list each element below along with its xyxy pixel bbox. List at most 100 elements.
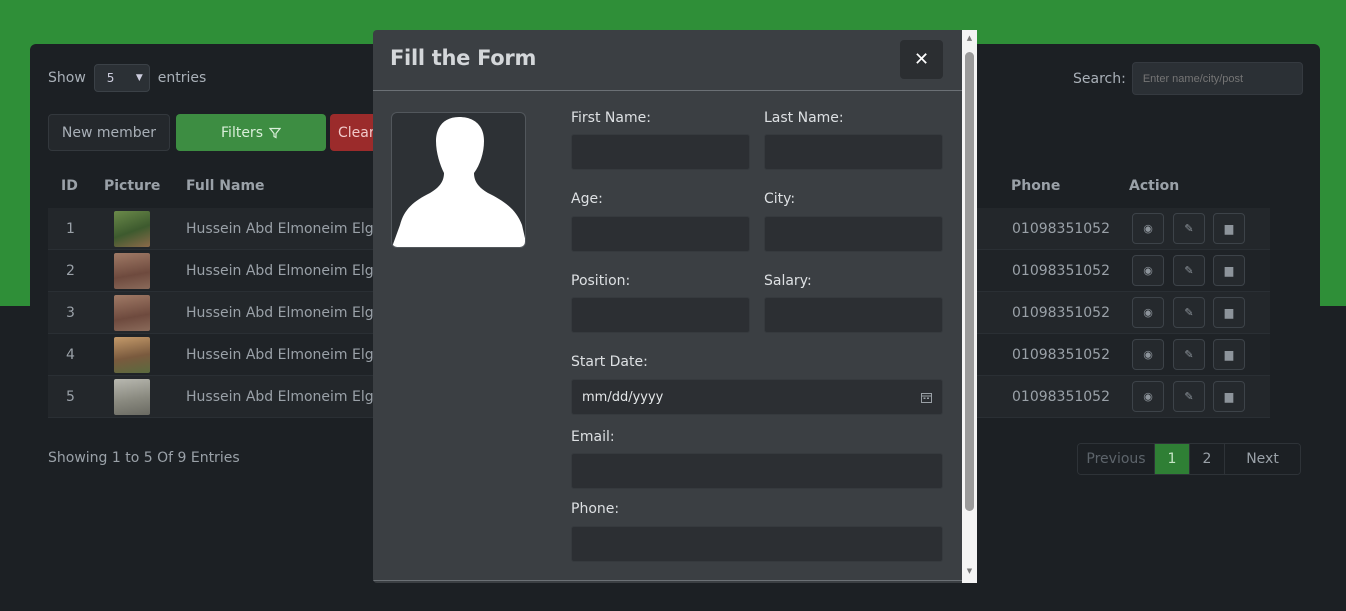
edit-icon: ✎	[1184, 264, 1194, 277]
edit-button[interactable]: ✎	[1173, 339, 1205, 370]
delete-button[interactable]: ▆	[1213, 213, 1245, 244]
row-phone: 01098351052	[1012, 305, 1110, 321]
close-icon: ✕	[913, 49, 930, 70]
delete-button[interactable]: ▆	[1213, 339, 1245, 370]
email-field[interactable]	[571, 453, 943, 489]
page-button-2[interactable]: 2	[1190, 444, 1225, 474]
entries-summary: Showing 1 to 5 Of 9 Entries	[48, 450, 240, 466]
chevron-down-icon: ▼	[135, 73, 143, 83]
entries-select[interactable]: 5 ▼	[93, 64, 150, 92]
edit-button[interactable]: ✎	[1173, 381, 1205, 412]
trash-icon: ▆	[1224, 222, 1234, 235]
entries-control: Show 5 ▼ entries	[48, 64, 206, 92]
filters-label: Filters	[221, 124, 263, 141]
previous-page-button[interactable]: Previous	[1078, 444, 1155, 474]
start-date-label: Start Date:	[571, 354, 648, 370]
new-member-button[interactable]: New member	[48, 114, 170, 151]
view-button[interactable]: ◉	[1132, 381, 1164, 412]
eye-icon: ◉	[1143, 348, 1153, 361]
email-label: Email:	[571, 429, 615, 445]
modal-divider	[373, 580, 962, 581]
calendar-icon[interactable]	[921, 392, 932, 403]
view-button[interactable]: ◉	[1132, 255, 1164, 286]
member-photo	[114, 253, 150, 289]
row-full-name: Hussein Abd Elmoneim Elgee	[186, 389, 391, 405]
edit-button[interactable]: ✎	[1173, 213, 1205, 244]
view-button[interactable]: ◉	[1132, 213, 1164, 244]
next-page-button[interactable]: Next	[1225, 444, 1300, 474]
delete-button[interactable]: ▆	[1213, 297, 1245, 328]
page-button-1[interactable]: 1	[1155, 444, 1190, 474]
row-full-name: Hussein Abd Elmoneim Elgee	[186, 263, 391, 279]
filters-button[interactable]: Filters	[176, 114, 326, 151]
row-id: 2	[66, 263, 75, 279]
row-phone: 01098351052	[1012, 221, 1110, 237]
row-phone: 01098351052	[1012, 263, 1110, 279]
member-photo	[114, 211, 150, 247]
column-header-full-name[interactable]: Full Name	[186, 178, 265, 194]
row-id: 3	[66, 305, 75, 321]
column-header-picture[interactable]: Picture	[104, 178, 160, 194]
start-date-field[interactable]: mm/dd/yyyy	[571, 379, 943, 415]
row-id: 5	[66, 389, 75, 405]
edit-icon: ✎	[1184, 222, 1194, 235]
age-label: Age:	[571, 191, 603, 207]
filter-icon	[268, 127, 281, 138]
modal-title: Fill the Form	[390, 46, 537, 70]
row-full-name: Hussein Abd Elmoneim Elgee	[186, 347, 391, 363]
row-phone: 01098351052	[1012, 347, 1110, 363]
member-photo	[114, 295, 150, 331]
eye-icon: ◉	[1143, 306, 1153, 319]
salary-field[interactable]	[764, 297, 943, 333]
search-label: Search:	[1073, 70, 1126, 87]
search-input[interactable]	[1131, 62, 1303, 95]
edit-icon: ✎	[1184, 348, 1194, 361]
start-date-placeholder: mm/dd/yyyy	[582, 389, 664, 405]
eye-icon: ◉	[1143, 264, 1153, 277]
show-label: Show	[48, 70, 86, 86]
view-button[interactable]: ◉	[1132, 297, 1164, 328]
member-photo	[114, 379, 150, 415]
row-id: 1	[66, 221, 75, 237]
entries-label: entries	[157, 70, 207, 86]
view-button[interactable]: ◉	[1132, 339, 1164, 370]
eye-icon: ◉	[1143, 390, 1153, 403]
search-control: Search:	[1073, 62, 1303, 95]
column-header-phone[interactable]: Phone	[1011, 178, 1060, 194]
first-name-label: First Name:	[571, 110, 651, 126]
row-phone: 01098351052	[1012, 389, 1110, 405]
trash-icon: ▆	[1224, 306, 1234, 319]
age-field[interactable]	[571, 216, 750, 252]
phone-field[interactable]	[571, 526, 943, 562]
form-modal: Fill the Form ✕ First Name: Last Name: A…	[373, 30, 977, 583]
modal-scrollbar[interactable]: ▲ ▼	[962, 30, 977, 583]
scroll-up-icon[interactable]: ▲	[965, 34, 974, 43]
row-full-name: Hussein Abd Elmoneim Elgee	[186, 221, 391, 237]
city-field[interactable]	[764, 216, 943, 252]
row-id: 4	[66, 347, 75, 363]
position-field[interactable]	[571, 297, 750, 333]
avatar-upload[interactable]	[391, 112, 526, 248]
edit-button[interactable]: ✎	[1173, 297, 1205, 328]
scrollbar-thumb[interactable]	[965, 52, 974, 511]
position-label: Position:	[571, 273, 631, 289]
trash-icon: ▆	[1224, 264, 1234, 277]
trash-icon: ▆	[1224, 390, 1234, 403]
modal-header: Fill the Form ✕	[373, 30, 962, 91]
delete-button[interactable]: ▆	[1213, 255, 1245, 286]
last-name-label: Last Name:	[764, 110, 844, 126]
delete-button[interactable]: ▆	[1213, 381, 1245, 412]
column-header-id[interactable]: ID	[61, 178, 78, 194]
salary-label: Salary:	[764, 273, 812, 289]
scroll-down-icon[interactable]: ▼	[965, 567, 974, 576]
last-name-field[interactable]	[764, 134, 943, 170]
close-button[interactable]: ✕	[900, 40, 943, 79]
row-full-name: Hussein Abd Elmoneim Elgee	[186, 305, 391, 321]
column-header-action: Action	[1129, 178, 1180, 194]
city-label: City:	[764, 191, 796, 207]
edit-button[interactable]: ✎	[1173, 255, 1205, 286]
edit-icon: ✎	[1184, 306, 1194, 319]
avatar-silhouette-icon	[392, 117, 525, 247]
first-name-field[interactable]	[571, 134, 750, 170]
pagination: Previous 1 2 Next	[1077, 443, 1301, 475]
